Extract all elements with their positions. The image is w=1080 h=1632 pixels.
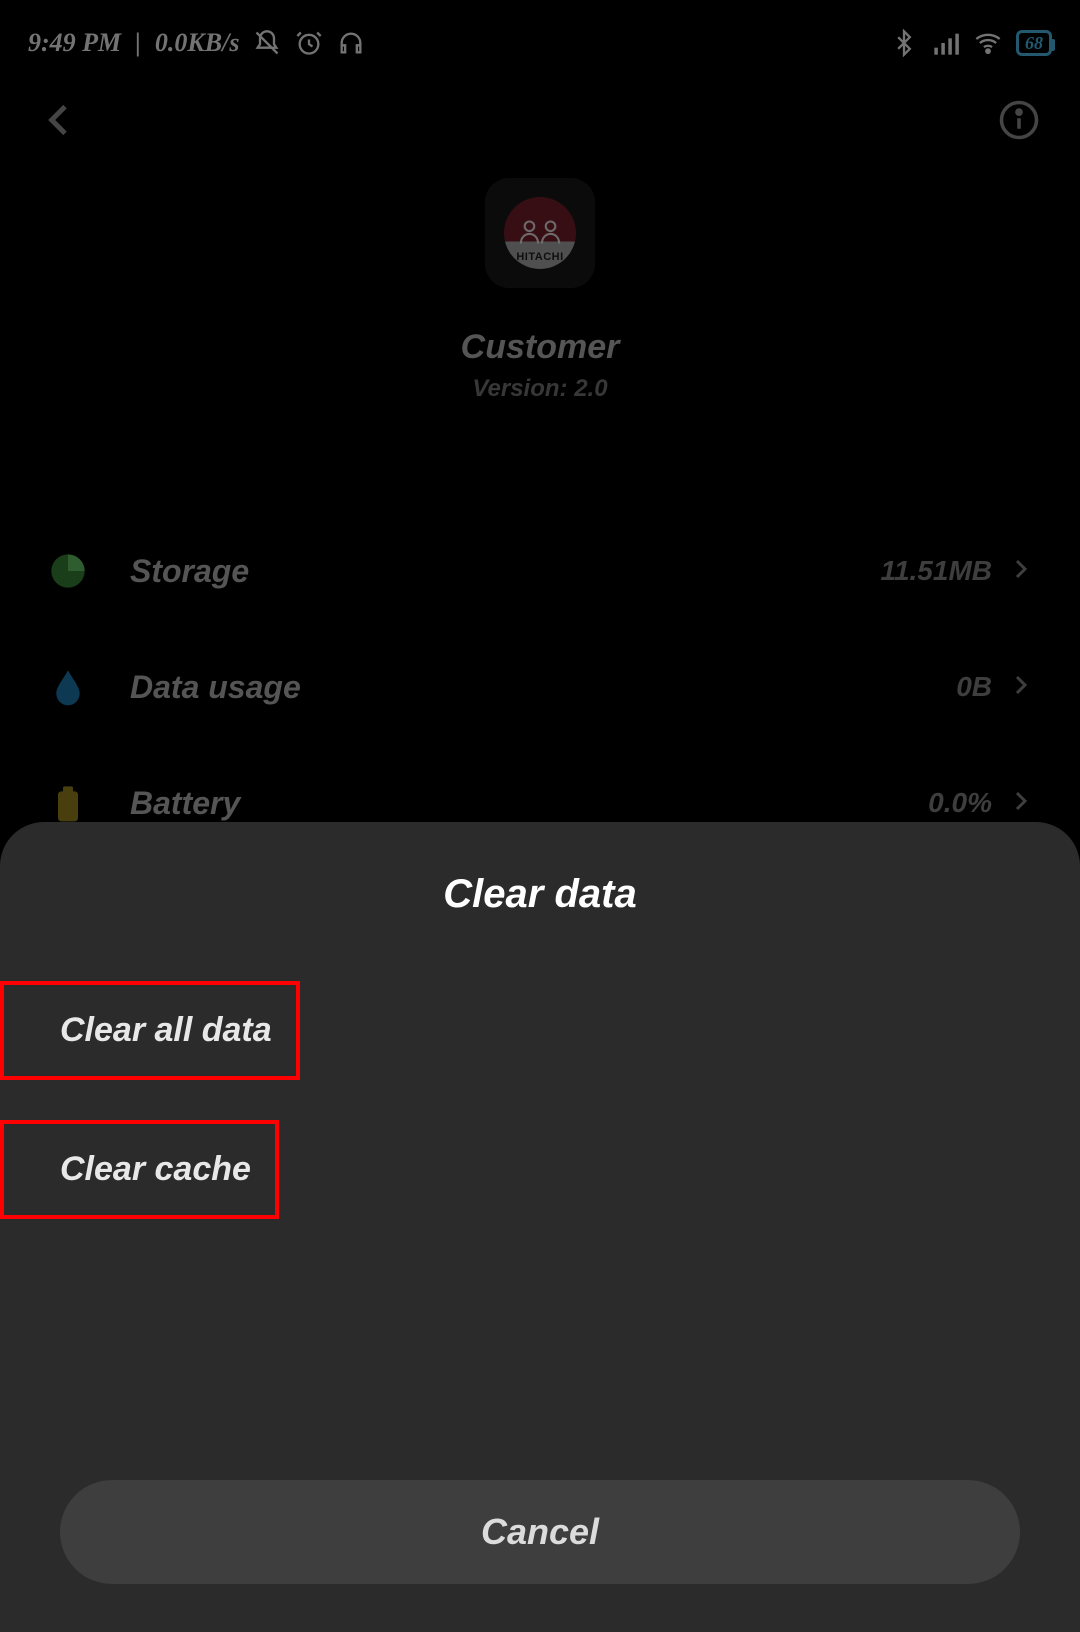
- app-icon: HITACHI: [485, 178, 595, 288]
- storage-row[interactable]: Storage 11.51MB: [48, 513, 1032, 629]
- highlight-box: Clear all data: [0, 981, 300, 1080]
- cancel-label: Cancel: [481, 1511, 599, 1553]
- drop-icon: [48, 667, 88, 707]
- status-separator: |: [135, 28, 141, 58]
- battery-indicator: 68: [1016, 30, 1052, 56]
- battery-percent: 68: [1025, 33, 1043, 53]
- topbar: [0, 68, 1080, 158]
- app-header: HITACHI Customer Version: 2.0: [0, 178, 1080, 403]
- info-button[interactable]: [998, 99, 1040, 141]
- status-right: 68: [890, 29, 1052, 57]
- dnd-icon: [253, 29, 281, 57]
- clear-all-data-option[interactable]: Clear all data: [36, 985, 296, 1076]
- info-list: Storage 11.51MB Data usage 0B Battery 0.…: [0, 513, 1080, 861]
- wifi-icon: [974, 29, 1002, 57]
- clear-cache-option[interactable]: Clear cache: [36, 1124, 275, 1215]
- storage-label: Storage: [130, 553, 880, 590]
- battery-value: 0.0%: [928, 787, 992, 819]
- status-netspeed: 0.0KB/s: [155, 28, 240, 58]
- data-usage-row[interactable]: Data usage 0B: [48, 629, 1032, 745]
- battery-icon: [48, 783, 88, 823]
- alarm-icon: [295, 29, 323, 57]
- chevron-left-icon: [40, 100, 80, 140]
- info-icon: [998, 99, 1040, 141]
- app-icon-brand: HITACHI: [516, 251, 563, 263]
- highlight-box: Clear cache: [0, 1120, 279, 1219]
- back-button[interactable]: [40, 100, 80, 140]
- app-icon-circle: HITACHI: [504, 197, 576, 269]
- bluetooth-icon: [890, 29, 918, 57]
- people-icon: [517, 218, 563, 248]
- headphones-icon: [337, 29, 365, 57]
- signal-icon: [932, 29, 960, 57]
- sheet-title: Clear data: [0, 872, 1080, 917]
- clear-data-sheet: Clear data Clear all data Clear cache Ca…: [0, 822, 1080, 1632]
- chevron-right-icon: [1008, 673, 1032, 702]
- data-usage-label: Data usage: [130, 669, 956, 706]
- app-version: Version: 2.0: [472, 375, 607, 403]
- app-name: Customer: [461, 328, 620, 367]
- chevron-right-icon: [1008, 557, 1032, 586]
- data-usage-value: 0B: [956, 671, 992, 703]
- sheet-options: Clear all data Clear cache: [0, 975, 1080, 1259]
- storage-value: 11.51MB: [880, 555, 992, 587]
- cancel-button[interactable]: Cancel: [60, 1480, 1020, 1584]
- pie-icon: [48, 551, 88, 591]
- status-bar: 9:49 PM | 0.0KB/s: [0, 0, 1080, 68]
- battery-label: Battery: [130, 785, 928, 822]
- status-left: 9:49 PM | 0.0KB/s: [28, 28, 365, 58]
- chevron-right-icon: [1008, 789, 1032, 818]
- status-time: 9:49 PM: [28, 28, 121, 58]
